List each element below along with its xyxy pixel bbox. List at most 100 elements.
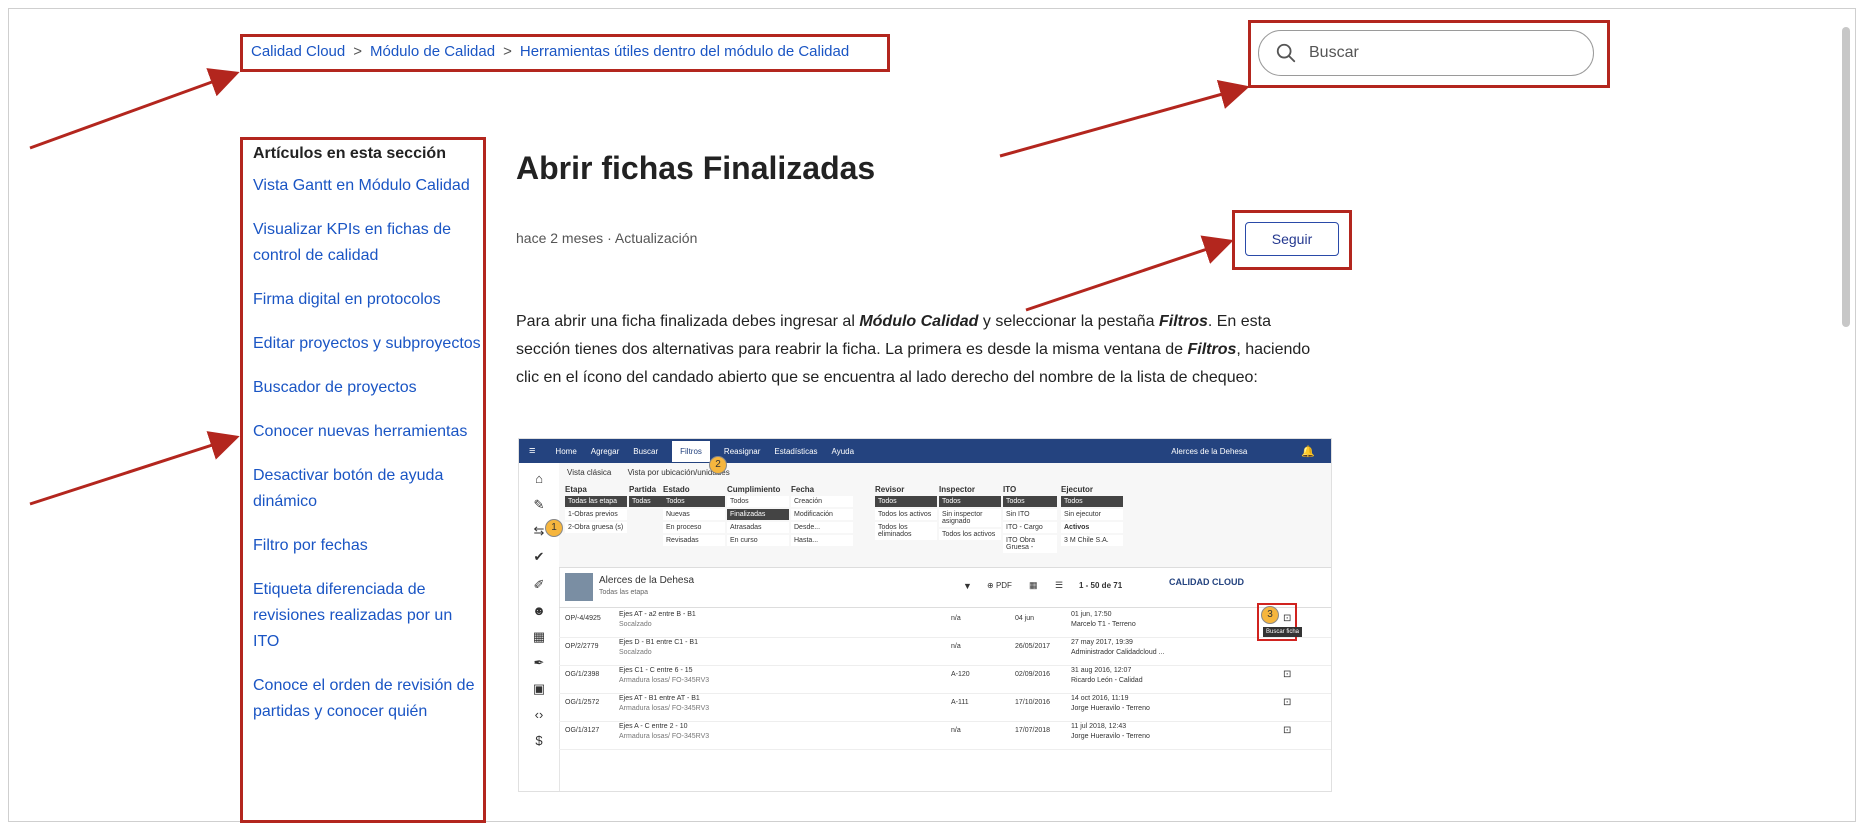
embed-project-name: Alerces de la Dehesa [599,575,695,586]
filter-col-ejecutor: Ejecutor Todos Sin ejecutor Activos 3 M … [1061,485,1123,546]
row-date: 17/10/2016 [1015,699,1051,706]
row-who-time: 11 jul 2018, 12:43 [1071,723,1127,730]
filter-col-cumplimiento: Cumplimiento Todos Finalizadas Atrasadas… [727,485,789,546]
body-emphasis: Filtros [1158,313,1208,330]
filter-option: Todos [663,496,725,507]
step-badge-1: 1 [545,519,563,537]
lock-open-icon: ⊡ [1283,697,1292,708]
row-who-time: 31 aug 2016, 12:07 [1071,667,1132,674]
embed-row: OP/-4/4925 Ejes AT - a2 entre B - B1 Soc… [559,609,1331,638]
row-desc-sub: Armadura losas/ FO-345RV3 [619,677,710,684]
calendar-icon: ▦ [1029,580,1038,590]
filter-header: Inspector [939,485,976,494]
embed-tab-estadisticas: Estadísticas [774,446,818,456]
row-code: OP/2/2779 [565,643,599,650]
filter-option: ITO Obra Gruesa - [1003,535,1057,553]
row-who-name: Ricardo León - Calidad [1071,677,1143,684]
embed-topbar: ≡ Home Agregar Buscar Filtros Reasignar … [519,439,1331,463]
pdf-label: PDF [995,581,1012,590]
filter-option: Modificación [791,509,853,520]
row-value: A-111 [951,699,969,706]
hamburger-icon: ≡ [529,445,536,457]
bell-icon: 🔔 [1301,445,1315,458]
filter-header: Cumplimiento [727,485,781,494]
filter-col-partida: Partida Todas [629,485,663,507]
row-who-name: Jorge Hueravilo - Terreno [1071,705,1150,712]
filter-header: Revisor [875,485,905,494]
filter-col-ito: ITO Todos Sin ITO ITO - Cargo ITO Obra G… [1003,485,1057,553]
embed-project-select: Alerces de la Dehesa [1171,446,1248,456]
filter-col-revisor: Revisor Todos Todos los activos Todos lo… [875,485,937,540]
project-thumbnail [565,573,593,601]
filter-option: Sin ejecutor [1061,509,1123,520]
row-value: A-120 [951,671,970,678]
filter-option: Nuevas [663,509,725,520]
filter-option: Todos [1003,496,1057,507]
row-who-name: Administrador Calidadcloud ... [1071,649,1165,656]
row-code: OG/1/2398 [565,671,600,678]
monitor-icon: ▣ [532,681,546,696]
embed-pdf-button: ⊕ PDF [987,581,1012,590]
filter-header: Partida [629,485,657,494]
row-who-time: 14 oct 2016, 11:19 [1071,695,1129,702]
annotation-box-search [1248,20,1610,88]
filter-funnel-icon: ▼ [963,581,972,591]
row-desc-sub: Socalzado [619,649,652,656]
filter-option: Todos los eliminados [875,522,937,540]
page-scrollbar[interactable] [1839,19,1853,819]
embed-tab-reasignar: Reasignar [723,446,761,456]
annotation-box-follow [1232,210,1352,270]
filter-option: Todos [939,496,1001,507]
filter-option: En proceso [663,522,725,533]
lock-open-icon: ⊡ [1283,669,1292,680]
row-who-name: Marcelo T1 - Terreno [1071,621,1136,628]
embed-filter-panel: Vista clásica Vista por ubicación/unidad… [559,463,1331,568]
row-desc: Ejes A - C entre 2 - 10 [619,723,688,730]
row-desc: Ejes C1 - C entre 6 - 15 [619,667,693,674]
filter-option: 1-Obras previos [565,509,627,520]
row-date: 17/07/2018 [1015,727,1051,734]
filter-header: Fecha [791,485,815,494]
step-badge-3: 3 [1261,606,1279,624]
list-view-icon: ☰ [1055,580,1064,590]
filter-option: Sin ITO [1003,509,1057,520]
filter-header: ITO [1003,485,1017,494]
filter-option: Revisadas [663,535,725,546]
article-title: Abrir fichas Finalizadas [516,150,876,186]
article-meta: hace 2 meses · Actualización [516,230,697,246]
row-desc: Ejes AT - a2 entre B - B1 [619,611,696,618]
row-code: OG/1/3127 [565,727,600,734]
scrollbar-thumb[interactable] [1842,27,1850,327]
article-type: Actualización [614,230,698,246]
body-emphasis: Módulo Calidad [859,313,979,330]
row-desc: Ejes AT - B1 entre AT - B1 [619,695,700,702]
embed-sidebar: ⌂ ✎ ⇆ ✔ ✐ ☻ ▦ ✒ ▣ ‹› $ [519,463,560,791]
edit-icon: ✐ [533,577,545,592]
row-date: 26/05/2017 [1015,643,1051,650]
filter-option: En curso [727,535,789,546]
filter-option: Todas [629,496,663,507]
filter-option: 2-Obra gruesa (s) [565,522,627,533]
annotation-box-sidebar [240,137,486,823]
filter-col-estado: Estado Todos Nuevas En proceso Revisadas [663,485,725,546]
row-who-time: 27 may 2017, 19:39 [1071,639,1133,646]
tool-icon: ✎ [533,497,545,512]
filter-col-etapa: Etapa Todas las etapa 1-Obras previos 2-… [565,485,627,533]
filter-option: Todos [727,496,789,507]
filter-option: Todos [1061,496,1123,507]
filter-option: Todos los activos [939,529,1001,540]
row-code: OG/1/2572 [565,699,600,706]
filter-option: Desde... [791,522,853,533]
embed-tab-filtros: Filtros [672,440,710,462]
article-age: hace 2 meses [516,230,604,246]
row-date: 04 jun [1015,615,1035,622]
embed-tab-home: Home [555,446,577,456]
pen-icon: ✒ [533,655,545,670]
filter-option: ITO - Cargo [1003,522,1057,533]
step-badge-2: 2 [709,456,727,474]
dollar-icon: $ [535,733,543,748]
embed-row: OG/1/2572 Ejes AT - B1 entre AT - B1 Arm… [559,693,1331,722]
embed-row: OG/1/2398 Ejes C1 - C entre 6 - 15 Armad… [559,665,1331,694]
embed-tooltip: Buscar ficha [1263,627,1303,637]
meta-separator: · [607,230,612,246]
